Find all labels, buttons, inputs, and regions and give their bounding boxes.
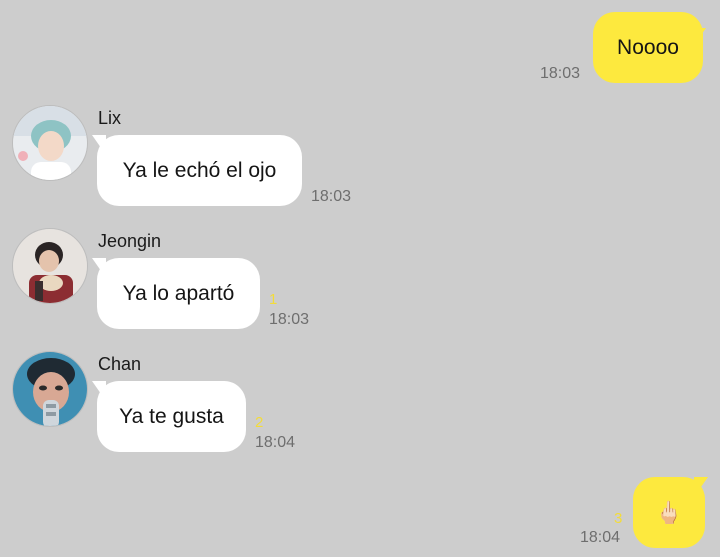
bubble-tail bbox=[694, 477, 708, 497]
message-time: 18:04 bbox=[580, 529, 621, 546]
profile-photo-icon bbox=[13, 106, 87, 180]
outgoing-message-bubble[interactable]: Noooo bbox=[593, 12, 703, 83]
message-text: Ya lo apartó bbox=[122, 281, 235, 305]
sender-name: Jeongin bbox=[98, 231, 162, 251]
unread-count: 3 bbox=[614, 510, 623, 527]
avatar-jeongin[interactable] bbox=[12, 228, 88, 304]
message-emoji: 🖕🏻 bbox=[655, 499, 683, 525]
incoming-message-bubble[interactable]: Ya lo apartó bbox=[97, 258, 260, 329]
avatar-chan[interactable] bbox=[12, 351, 88, 427]
unread-count: 2 bbox=[255, 414, 264, 431]
message-text: Ya te gusta bbox=[119, 404, 224, 428]
message-time: 18:03 bbox=[540, 65, 581, 82]
incoming-message-bubble[interactable]: Ya le echó el ojo bbox=[97, 135, 302, 206]
unread-count: 1 bbox=[269, 291, 278, 308]
incoming-message-bubble[interactable]: Ya te gusta bbox=[97, 381, 246, 452]
profile-photo-icon bbox=[13, 352, 87, 426]
message-text: Noooo bbox=[617, 35, 679, 59]
message-time: 18:03 bbox=[311, 188, 352, 205]
bubble-tail bbox=[692, 28, 706, 48]
message-text: Ya le echó el ojo bbox=[122, 158, 277, 182]
sender-name: Chan bbox=[98, 354, 142, 374]
sender-name: Lix bbox=[98, 108, 122, 128]
message-time: 18:03 bbox=[269, 311, 310, 328]
avatar-lix[interactable] bbox=[12, 105, 88, 181]
message-time: 18:04 bbox=[255, 434, 296, 451]
profile-photo-icon bbox=[13, 229, 87, 303]
